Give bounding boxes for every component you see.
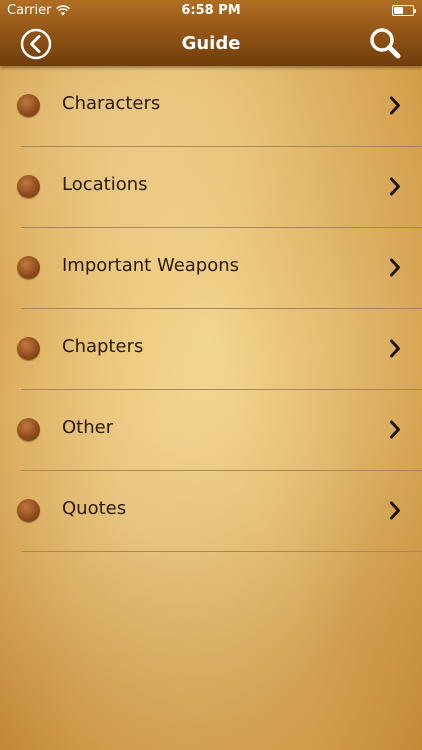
chevron-right-icon [390, 258, 400, 277]
menu-item-other[interactable]: Other [0, 390, 422, 471]
chevron-right-icon [390, 420, 400, 439]
menu-item-label: Locations [62, 174, 148, 195]
menu-item-label: Other [62, 417, 114, 438]
search-button[interactable] [368, 26, 402, 60]
menu-item-quotes[interactable]: Quotes [0, 471, 422, 552]
menu-item-label: Important Weapons [62, 255, 240, 276]
menu-item-important-weapons[interactable]: Important Weapons [0, 228, 422, 309]
battery-fill [394, 7, 403, 14]
search-icon [370, 28, 401, 59]
bullet-icon [17, 175, 40, 198]
chevron-right-icon [390, 96, 400, 115]
divider [21, 551, 422, 552]
menu-item-characters[interactable]: Characters [0, 66, 422, 147]
status-bar: Carrier 6:58 PM [0, 0, 422, 22]
guide-menu-list: Characters Locations Important Weapons C… [0, 66, 422, 552]
menu-item-locations[interactable]: Locations [0, 147, 422, 228]
top-bar: Carrier 6:58 PM Guide [0, 0, 422, 66]
bullet-icon [17, 256, 40, 279]
chevron-right-icon [390, 177, 400, 196]
status-time: 6:58 PM [181, 3, 241, 18]
chevron-right-icon [390, 339, 400, 358]
page-title: Guide [181, 33, 241, 54]
menu-item-label: Characters [62, 93, 161, 114]
bullet-icon [17, 499, 40, 522]
bullet-icon [17, 94, 40, 117]
chevron-right-icon [390, 501, 400, 520]
bullet-icon [17, 337, 40, 360]
menu-item-label: Chapters [62, 336, 144, 357]
bullet-icon [17, 418, 40, 441]
nav-bar: Guide [0, 22, 422, 66]
menu-item-label: Quotes [62, 498, 127, 519]
menu-item-chapters[interactable]: Chapters [0, 309, 422, 390]
battery-icon [392, 5, 416, 16]
